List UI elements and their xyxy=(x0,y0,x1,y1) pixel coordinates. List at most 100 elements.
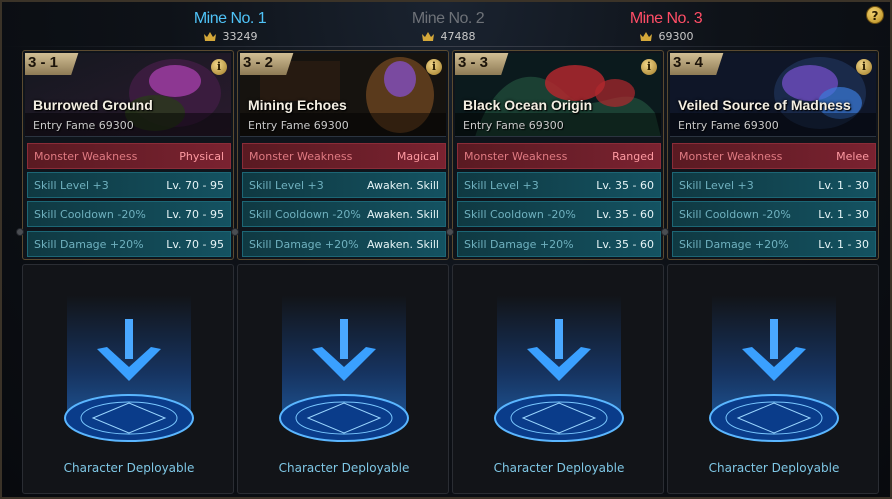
bonus-row: Skill Cooldown -20% Lv. 70 - 95 xyxy=(27,201,231,227)
bonus-value: Lv. 35 - 60 xyxy=(596,207,654,221)
bonus-row: Skill Damage +20% Lv. 1 - 30 xyxy=(672,231,876,257)
deploy-label: Character Deployable xyxy=(493,461,625,475)
info-icon[interactable]: i xyxy=(426,59,442,75)
stage-badge: 3 - 4 xyxy=(670,53,724,75)
bonus-row: Skill Level +3 Lv. 1 - 30 xyxy=(672,172,876,198)
stage-card[interactable]: 3 - 4 i Veiled Source of Madness Entry F… xyxy=(667,50,879,496)
mine-3-title: Mine No. 3 xyxy=(629,10,703,27)
deploy-label: Character Deployable xyxy=(708,461,840,475)
bonus-label: Skill Level +3 xyxy=(34,178,109,192)
info-icon[interactable]: i xyxy=(211,59,227,75)
mine-2-fame: 47488 xyxy=(440,30,476,43)
summon-circle-icon xyxy=(64,394,194,442)
monster-weakness-row: Monster Weakness Ranged xyxy=(457,143,661,169)
bonus-row: Skill Level +3 Awaken. Skill xyxy=(242,172,446,198)
tab-mine-1[interactable]: Mine No. 1 33249 xyxy=(155,10,305,43)
bonus-row: Skill Cooldown -20% Lv. 35 - 60 xyxy=(457,201,661,227)
info-icon[interactable]: i xyxy=(641,59,657,75)
bonus-value: Awaken. Skill xyxy=(366,178,439,192)
deploy-arrow-icon xyxy=(97,319,161,381)
mine-selection-window: Mine No. 1 33249 Mine No. 2 47488 Mine N… xyxy=(0,0,892,499)
weakness-label: Monster Weakness xyxy=(464,149,568,163)
info-icon[interactable]: i xyxy=(856,59,872,75)
bonus-row: Skill Damage +20% Lv. 70 - 95 xyxy=(27,231,231,257)
bonus-row: Skill Damage +20% Lv. 35 - 60 xyxy=(457,231,661,257)
bonus-row: Skill Level +3 Lv. 70 - 95 xyxy=(27,172,231,198)
stage-card[interactable]: 3 - 3 i Black Ocean Origin Entry Fame 69… xyxy=(452,50,664,496)
weakness-label: Monster Weakness xyxy=(34,149,138,163)
bonus-value: Lv. 1 - 30 xyxy=(818,237,869,251)
fame-icon xyxy=(421,31,434,41)
connector-knob xyxy=(661,228,669,236)
bonus-value: Lv. 70 - 95 xyxy=(166,237,224,251)
bonus-label: Skill Cooldown -20% xyxy=(34,207,146,221)
bonus-value: Lv. 35 - 60 xyxy=(596,237,654,251)
monster-weakness-row: Monster Weakness Physical xyxy=(27,143,231,169)
deploy-arrow-icon xyxy=(742,319,806,381)
deploy-slot[interactable]: Character Deployable xyxy=(22,264,234,494)
tab-mine-2[interactable]: Mine No. 2 47488 xyxy=(373,10,523,43)
weakness-label: Monster Weakness xyxy=(679,149,783,163)
tab-mine-3[interactable]: Mine No. 3 69300 xyxy=(591,10,741,43)
summon-circle-icon xyxy=(494,394,624,442)
help-icon[interactable]: ? xyxy=(866,6,884,24)
bonus-row: Skill Damage +20% Awaken. Skill xyxy=(242,231,446,257)
header-divider xyxy=(2,46,892,47)
bonus-row: Skill Cooldown -20% Awaken. Skill xyxy=(242,201,446,227)
connector-knob xyxy=(231,228,239,236)
stage-badge: 3 - 1 xyxy=(25,53,79,75)
bonus-label: Skill Damage +20% xyxy=(464,237,574,251)
bonus-label: Skill Level +3 xyxy=(464,178,539,192)
bonus-value: Lv. 35 - 60 xyxy=(596,178,654,192)
stage-title: Black Ocean Origin xyxy=(463,97,593,113)
entry-fame: Entry Fame 69300 xyxy=(33,119,134,132)
deploy-slot[interactable]: Character Deployable xyxy=(237,264,449,494)
bonus-row: Skill Level +3 Lv. 35 - 60 xyxy=(457,172,661,198)
bonus-label: Skill Level +3 xyxy=(679,178,754,192)
stage-card[interactable]: 3 - 1 i Burrowed Ground Entry Fame 69300… xyxy=(22,50,234,496)
stage-badge: 3 - 2 xyxy=(240,53,294,75)
bonus-value: Lv. 70 - 95 xyxy=(166,207,224,221)
stage-title: Burrowed Ground xyxy=(33,97,153,113)
bonus-value: Lv. 70 - 95 xyxy=(166,178,224,192)
stage-title: Veiled Source of Madness xyxy=(678,97,851,113)
entry-fame: Entry Fame 69300 xyxy=(248,119,349,132)
deploy-label: Character Deployable xyxy=(63,461,195,475)
weakness-label: Monster Weakness xyxy=(249,149,353,163)
weakness-value: Melee xyxy=(836,149,869,163)
bonus-label: Skill Cooldown -20% xyxy=(464,207,576,221)
monster-weakness-row: Monster Weakness Magical xyxy=(242,143,446,169)
bonus-value: Lv. 1 - 30 xyxy=(818,207,869,221)
mine-1-fame: 33249 xyxy=(222,30,258,43)
bonus-label: Skill Damage +20% xyxy=(249,237,359,251)
deploy-slot[interactable]: Character Deployable xyxy=(452,264,664,494)
stage-banner: 3 - 2 i Mining Echoes Entry Fame 69300 xyxy=(240,53,446,137)
bonus-label: Skill Damage +20% xyxy=(34,237,144,251)
connector-knob xyxy=(16,228,24,236)
bonus-value: Awaken. Skill xyxy=(366,237,439,251)
summon-circle-icon xyxy=(709,394,839,442)
stage-title: Mining Echoes xyxy=(248,97,347,113)
stage-card[interactable]: 3 - 2 i Mining Echoes Entry Fame 69300 M… xyxy=(237,50,449,496)
mine-3-fame: 69300 xyxy=(658,30,694,43)
stage-banner: 3 - 1 i Burrowed Ground Entry Fame 69300 xyxy=(25,53,231,137)
fame-icon xyxy=(203,31,216,41)
entry-fame: Entry Fame 69300 xyxy=(463,119,564,132)
deploy-arrow-icon xyxy=(527,319,591,381)
bonus-row: Skill Cooldown -20% Lv. 1 - 30 xyxy=(672,201,876,227)
entry-fame: Entry Fame 69300 xyxy=(678,119,779,132)
weakness-value: Physical xyxy=(179,149,224,163)
bonus-value: Awaken. Skill xyxy=(366,207,439,221)
bonus-label: Skill Level +3 xyxy=(249,178,324,192)
connector-knob xyxy=(446,228,454,236)
monster-weakness-row: Monster Weakness Melee xyxy=(672,143,876,169)
bonus-label: Skill Cooldown -20% xyxy=(249,207,361,221)
mine-2-title: Mine No. 2 xyxy=(411,10,485,27)
weakness-value: Ranged xyxy=(612,149,654,163)
bonus-label: Skill Cooldown -20% xyxy=(679,207,791,221)
deploy-label: Character Deployable xyxy=(278,461,410,475)
deploy-slot[interactable]: Character Deployable xyxy=(667,264,879,494)
mine-1-title: Mine No. 1 xyxy=(193,10,267,27)
weakness-value: Magical xyxy=(396,149,439,163)
bonus-label: Skill Damage +20% xyxy=(679,237,789,251)
